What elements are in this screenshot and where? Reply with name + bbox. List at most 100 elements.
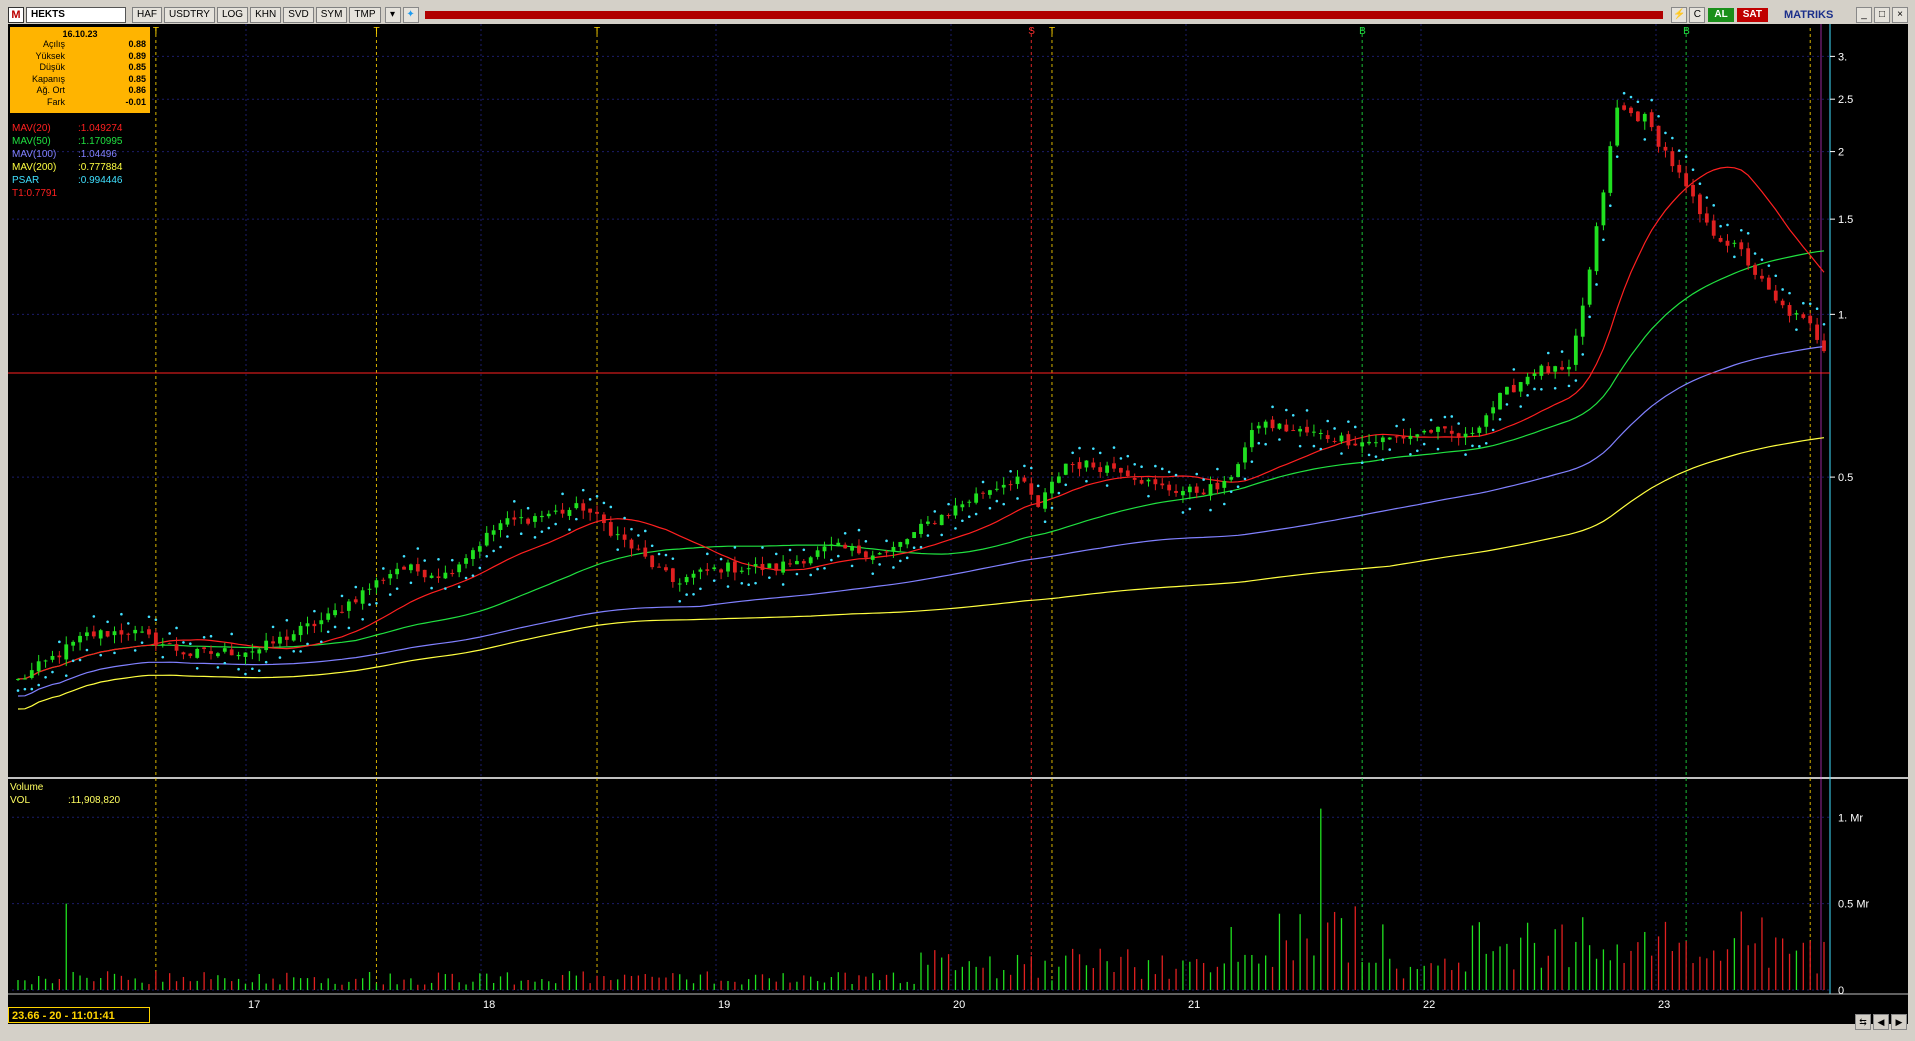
candle-body (1553, 366, 1558, 372)
price-volume-chart[interactable]: 3. 2.5 2 1.5 1. 0.5 1. Mr 0.5 Mr 0 17 18 19 20 21 22 23… (8, 24, 1908, 1024)
minimize-icon[interactable]: _ (1856, 7, 1872, 23)
candle-body (257, 649, 262, 654)
psar-dot (1602, 238, 1605, 242)
lightning-icon[interactable]: ⚡ (1671, 7, 1688, 23)
toolbar-button-haf[interactable]: HAF (132, 7, 162, 23)
candle-body (1325, 435, 1330, 440)
price-tick-label: 3. (1838, 51, 1847, 63)
psar-dot (1002, 502, 1006, 506)
candle-body (946, 514, 951, 516)
toolbar-button-log[interactable]: LOG (216, 7, 249, 23)
psar-dot (99, 653, 103, 657)
candle-body (1015, 476, 1020, 485)
psar-dot (244, 672, 247, 676)
psar-dot (1684, 155, 1688, 159)
app-window: M HEKTS HAF USDTRY LOG KHN SVD SYM TMP ▾ ✦ ⚡ C… (0, 0, 1915, 1041)
candle-body (512, 517, 517, 520)
psar-dot (161, 655, 165, 659)
candle-body (1305, 426, 1309, 433)
candle-body (250, 651, 255, 653)
psar-dot (809, 573, 813, 577)
psar-dot (657, 552, 661, 556)
chart-area[interactable]: 3. 2.5 2 1.5 1. 0.5 1. Mr 0.5 Mr 0 17 18 19 20 21 22 23… (8, 24, 1908, 1024)
candle-body (877, 553, 882, 555)
candle-body (519, 517, 524, 519)
candle-body (1256, 425, 1261, 429)
psar-dot (761, 546, 764, 549)
psar-dot (1243, 477, 1247, 481)
maximize-icon[interactable]: □ (1874, 7, 1890, 23)
sell-button[interactable]: SAT (1736, 8, 1768, 22)
psar-dot (120, 612, 123, 616)
psar-dot (113, 651, 116, 655)
candle-body (629, 539, 634, 549)
psar-dot (202, 635, 206, 639)
twitter-icon[interactable]: ✦ (402, 7, 419, 23)
candle-body (1408, 435, 1413, 439)
candle-body (153, 632, 158, 646)
scroll-right-icon[interactable]: ▶ (1891, 1014, 1907, 1030)
candle-body (1394, 436, 1399, 438)
psar-dot (1774, 274, 1778, 278)
candle-body (402, 566, 406, 570)
psar-dot (437, 557, 440, 561)
psar-dot (1540, 388, 1543, 391)
psar-dot (1285, 408, 1288, 412)
scroll-left-icon[interactable]: ◀ (1873, 1014, 1889, 1030)
candle-body (1098, 467, 1103, 472)
candle-body (1332, 440, 1337, 442)
candle-body (870, 555, 875, 560)
candle-body (1312, 431, 1316, 433)
candle-body (581, 503, 586, 511)
psar-dot (209, 634, 213, 638)
candle-body (1339, 435, 1344, 442)
indicator-label: MAV(200) (12, 162, 57, 173)
psar-dot (1519, 405, 1523, 408)
toolbar-button-svd[interactable]: SVD (283, 7, 314, 23)
candle-body (1298, 428, 1303, 432)
toolbar-button-sym[interactable]: SYM (315, 7, 348, 23)
candle-body (1442, 426, 1447, 429)
buy-button[interactable]: AL (1708, 8, 1734, 22)
psar-dot (388, 593, 392, 596)
candle-body (1773, 290, 1778, 301)
psar-dot (195, 667, 199, 670)
psar-dot (1808, 302, 1812, 306)
psar-dot (692, 592, 695, 596)
psar-dot (1457, 422, 1460, 425)
toolbar-button-usdtry[interactable]: USDTRY (164, 7, 215, 23)
candle-body (608, 522, 613, 536)
candle-body (781, 561, 786, 573)
candle-body (1236, 464, 1240, 478)
candle-body (1160, 483, 1165, 486)
candle-body (939, 514, 944, 526)
psar-dot (71, 659, 75, 663)
psar-dot (230, 632, 233, 636)
candle-body (291, 634, 296, 641)
toolbar-button-khn[interactable]: KHN (250, 7, 282, 23)
refresh-icon[interactable]: C (1689, 7, 1706, 23)
candle-body (533, 516, 537, 522)
psar-dot (1650, 98, 1653, 102)
candle-body (222, 648, 227, 652)
psar-dot (499, 545, 502, 549)
psar-dot (223, 661, 227, 665)
candle-body (1318, 432, 1323, 434)
indicator-0: MAV(20):1.049274 (12, 122, 123, 135)
psar-dot (1705, 196, 1709, 199)
toolbar-button-tmp[interactable]: TMP (349, 7, 381, 23)
symbol-field[interactable]: HEKTS (26, 7, 126, 23)
volume-tick-label: 0 (1838, 985, 1844, 997)
candle-body (1063, 463, 1068, 475)
dropdown-arrow-icon[interactable]: ▾ (384, 7, 401, 23)
candle-body (843, 544, 848, 549)
psar-dot (871, 572, 875, 575)
toolbar-right: ⚡ C AL SAT MATRIKS _ □ × (1669, 7, 1908, 23)
candle-body (967, 501, 972, 503)
psar-dot (947, 502, 950, 506)
sync-icon[interactable]: ⇆ (1855, 1014, 1871, 1030)
close-icon[interactable]: × (1892, 7, 1908, 23)
candle-body (1194, 486, 1199, 493)
candle-body (16, 678, 20, 680)
psar-dot (823, 566, 826, 570)
